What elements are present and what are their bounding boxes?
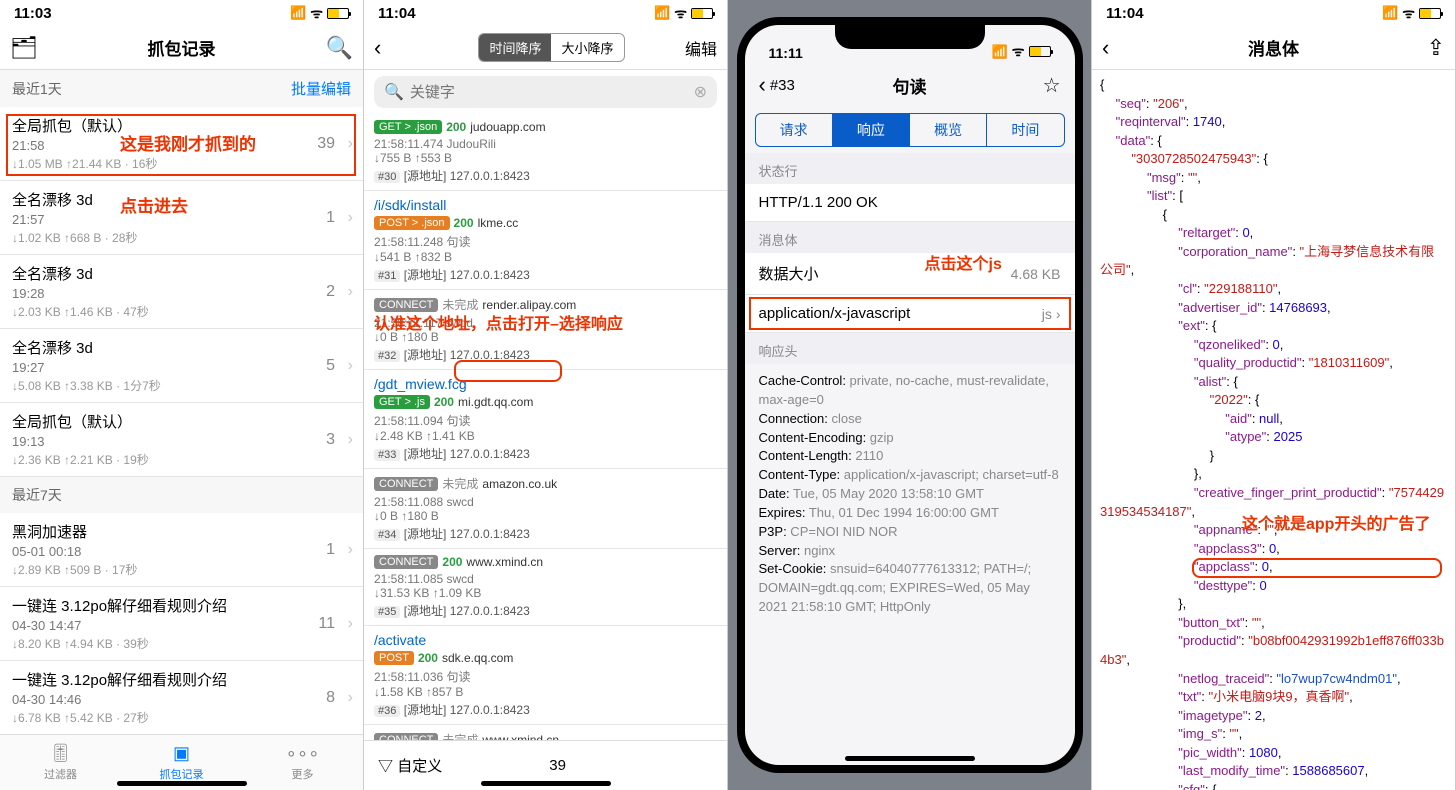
share-icon[interactable]: ⇪: [1401, 35, 1445, 61]
section-header: 最近1天 批量编辑: [0, 70, 363, 107]
wifi-icon: ᯤ: [1012, 42, 1025, 61]
detail-tabs[interactable]: 请求 响应 概览 时间: [755, 113, 1065, 147]
request-item[interactable]: /activatePOST 200 sdk.e.qq.com21:58:11.0…: [364, 626, 727, 725]
navbar: ‹ 消息体 ⇪: [1092, 26, 1455, 70]
signal-icon: 📶: [290, 5, 306, 21]
wifi-icon: ᯤ: [310, 4, 323, 23]
chevron-right-icon: ›: [348, 357, 353, 375]
json-viewer[interactable]: { "seq": "206", "reqinterval": 1740, "da…: [1092, 70, 1455, 790]
edit-link[interactable]: 编辑: [685, 36, 717, 60]
row-size: 数据大小 4.68 KB: [745, 253, 1075, 295]
search-input[interactable]: [410, 84, 688, 101]
chevron-right-icon: ›: [348, 689, 353, 707]
funnel-icon: ▽: [378, 758, 393, 775]
list-item[interactable]: 全局抓包（默认）19:13↓2.36 KB ↑2.21 KB · 19秒3›: [0, 403, 363, 477]
request-item[interactable]: CONNECT 未完成 render.alipay.com21:58:11.11…: [364, 290, 727, 370]
capture-list: 全局抓包（默认）21:58↓1.05 MB ↑21.44 KB · 16秒39›…: [0, 107, 363, 734]
clear-icon[interactable]: ⊗: [694, 82, 707, 102]
chevron-right-icon: ›: [348, 209, 353, 227]
battery-icon: [1419, 8, 1441, 19]
phone-frame: 11:11 📶ᯤ ‹ #33 句读 ☆ 请求 响应 概览 时间 状态行 HTTP…: [737, 17, 1083, 773]
wifi-icon: ᯤ: [674, 4, 687, 23]
batch-edit-link[interactable]: 批量编辑: [291, 78, 351, 99]
seg-time[interactable]: 时间降序: [479, 34, 551, 61]
list-item[interactable]: 全名漂移 3d21:57↓1.02 KB ↑668 B · 28秒1›: [0, 181, 363, 255]
statusbar: 11:04 📶ᯤ: [364, 0, 727, 26]
chevron-right-icon: ›: [1056, 306, 1061, 322]
request-item[interactable]: CONNECT 200 www.xmind.cn21:58:11.085 swc…: [364, 549, 727, 626]
notch: [835, 25, 985, 49]
page-title: 消息体: [1146, 35, 1401, 60]
signal-icon: 📶: [654, 5, 670, 21]
search-icon[interactable]: 🔍: [309, 35, 353, 61]
search-icon: 🔍: [384, 82, 404, 102]
clock: 11:11: [769, 45, 803, 61]
signal-icon: 📶: [992, 44, 1008, 60]
clock: 11:03: [14, 5, 52, 22]
chevron-right-icon: ›: [348, 431, 353, 449]
list-item[interactable]: 全局抓包（默认）21:58↓1.05 MB ↑21.44 KB · 16秒39›: [0, 107, 363, 181]
request-item[interactable]: GET > .json 200 judouapp.com21:58:11.474…: [364, 114, 727, 191]
clock: 11:04: [378, 5, 416, 22]
row-content-type[interactable]: application/x-javascript js ›: [745, 295, 1075, 333]
navbar: ‹ 时间降序 大小降序 编辑: [364, 26, 727, 70]
folder-icon[interactable]: 🗂: [10, 35, 54, 61]
status-line: HTTP/1.1 200 OK: [745, 184, 1075, 222]
page-title: 句读: [745, 73, 1075, 98]
sliders-icon: 🎚: [49, 743, 72, 764]
panel-request-list: 11:04 📶ᯤ ‹ 时间降序 大小降序 编辑 🔍 ⊗ GET > .json …: [364, 0, 728, 790]
list-item[interactable]: 全名漂移 3d19:27↓5.08 KB ↑3.38 KB · 1分7秒5›: [0, 329, 363, 403]
record-icon: ▣: [173, 743, 190, 764]
clock: 11:04: [1106, 5, 1144, 22]
battery-icon: [691, 8, 713, 19]
response-headers: Cache-Control: private, no-cache, must-r…: [745, 364, 1075, 625]
seg-size[interactable]: 大小降序: [551, 34, 623, 61]
request-count: 39: [549, 757, 566, 774]
chevron-right-icon: ›: [348, 283, 353, 301]
battery-icon: [327, 8, 349, 19]
navbar: 🗂 抓包记录 🔍: [0, 26, 363, 70]
request-item[interactable]: /i/sdk/installPOST > .json 200 lkme.cc21…: [364, 191, 727, 290]
list-item[interactable]: 黑洞加速器05-01 00:18↓2.89 KB ↑509 B · 17秒1›: [0, 513, 363, 587]
panel-capture-list: 11:03 📶 ᯤ 🗂 抓包记录 🔍 最近1天 批量编辑 全局抓包（默认）21:…: [0, 0, 364, 790]
tab-response[interactable]: 响应: [833, 114, 910, 146]
tab-request[interactable]: 请求: [756, 114, 833, 146]
request-item[interactable]: CONNECT 未完成 www.xmind.cn21:58:09.885 swc…: [364, 725, 727, 740]
back-icon[interactable]: ‹: [374, 35, 418, 61]
list-item[interactable]: 一键连 3.12po解仔细看规则介绍04-30 14:47↓8.20 KB ↑4…: [0, 587, 363, 661]
group-status: 状态行: [745, 153, 1075, 184]
request-item[interactable]: CONNECT 未完成 amazon.co.uk21:58:11.088 swc…: [364, 469, 727, 549]
tab-timing[interactable]: 时间: [987, 114, 1063, 146]
filter-custom[interactable]: ▽ 自定义: [378, 755, 442, 776]
tab-more[interactable]: ∘∘∘更多: [242, 735, 363, 790]
chevron-right-icon: ›: [348, 541, 353, 559]
home-indicator[interactable]: [481, 781, 611, 786]
list-item[interactable]: 全名漂移 3d19:28↓2.03 KB ↑1.46 KB · 47秒2›: [0, 255, 363, 329]
more-icon: ∘∘∘: [286, 743, 320, 764]
navbar: ‹ #33 句读 ☆: [745, 63, 1075, 107]
home-indicator[interactable]: [845, 756, 975, 761]
tab-overview[interactable]: 概览: [910, 114, 987, 146]
chevron-right-icon: ›: [348, 615, 353, 633]
panel-body-json: 11:04 📶ᯤ ‹ 消息体 ⇪ { "seq": "206", "reqint…: [1092, 0, 1456, 790]
list-item[interactable]: 一键连 3.12po解仔细看规则介绍04-30 14:46↓6.78 KB ↑5…: [0, 661, 363, 734]
panel-response-detail: 11:11 📶ᯤ ‹ #33 句读 ☆ 请求 响应 概览 时间 状态行 HTTP…: [728, 0, 1092, 790]
sort-segment[interactable]: 时间降序 大小降序: [478, 33, 624, 62]
back-icon[interactable]: ‹: [1102, 35, 1146, 61]
group-resp-headers: 响应头: [745, 333, 1075, 364]
group-body: 消息体: [745, 222, 1075, 253]
wifi-icon: ᯤ: [1402, 4, 1415, 23]
statusbar: 11:03 📶 ᯤ: [0, 0, 363, 26]
request-item[interactable]: /gdt_mview.fcgGET > .js 200 mi.gdt.qq.co…: [364, 370, 727, 469]
request-list: GET > .json 200 judouapp.com21:58:11.474…: [364, 114, 727, 740]
signal-icon: 📶: [1382, 5, 1398, 21]
phone-screen: 11:11 📶ᯤ ‹ #33 句读 ☆ 请求 响应 概览 时间 状态行 HTTP…: [745, 25, 1075, 765]
searchbar[interactable]: 🔍 ⊗: [374, 76, 717, 108]
page-title: 抓包记录: [54, 35, 309, 60]
home-indicator[interactable]: [117, 781, 247, 786]
chevron-right-icon: ›: [348, 135, 353, 153]
tab-filter[interactable]: 🎚过滤器: [0, 735, 121, 790]
statusbar: 11:04 📶ᯤ: [1092, 0, 1455, 26]
battery-icon: [1029, 46, 1051, 57]
